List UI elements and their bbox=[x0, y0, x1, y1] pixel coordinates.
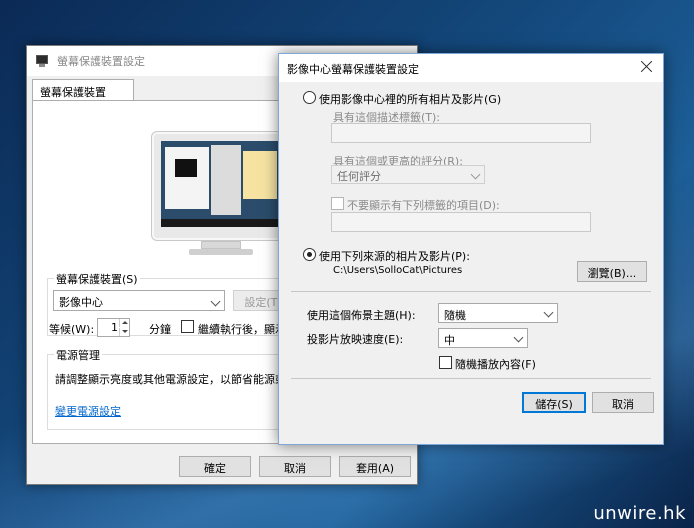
close-icon[interactable] bbox=[639, 59, 655, 75]
chevron-down-icon bbox=[513, 332, 524, 343]
watermark: unwire.hk bbox=[593, 503, 686, 524]
preview-screen bbox=[161, 141, 281, 227]
power-description: 請調整顯示亮度或其他電源設定，以節省能源或達 bbox=[55, 373, 297, 386]
power-group-label: 電源管理 bbox=[54, 347, 102, 363]
divider bbox=[291, 291, 651, 292]
rating-select[interactable]: 任何評分 bbox=[331, 165, 485, 184]
divider bbox=[291, 378, 651, 379]
minutes-label: 分鐘 bbox=[149, 323, 171, 336]
tab-screensaver[interactable]: 螢幕保護裝置 bbox=[32, 79, 134, 101]
chevron-down-icon bbox=[543, 307, 554, 318]
folder-path: C:\Users\SolloCat\Pictures bbox=[333, 265, 463, 276]
dialog-title: 影像中心螢幕保護裝置設定 bbox=[287, 63, 419, 76]
shuffle-label: 隨機播放內容(F) bbox=[455, 358, 536, 371]
change-power-settings-link[interactable]: 變更電源設定 bbox=[55, 403, 121, 419]
apply-button[interactable]: 套用(A) bbox=[339, 456, 411, 477]
theme-value: 隨機 bbox=[444, 309, 466, 322]
theme-select[interactable]: 隨機 bbox=[438, 303, 558, 323]
cancel-button[interactable]: 取消 bbox=[259, 456, 331, 477]
wait-minutes-stepper[interactable]: 1 bbox=[97, 318, 130, 337]
tags-input[interactable] bbox=[331, 123, 591, 143]
exclude-tags-checkbox[interactable] bbox=[331, 197, 344, 210]
rating-value: 任何評分 bbox=[337, 170, 381, 183]
ok-button[interactable]: 確定 bbox=[179, 456, 251, 477]
theme-label: 使用這個佈景主題(H): bbox=[307, 309, 416, 322]
radio-use-folder-label: 使用下列來源的相片及影片(P): bbox=[319, 250, 470, 263]
window-title: 螢幕保護裝置設定 bbox=[57, 55, 145, 68]
radio-use-all-label: 使用影像中心裡的所有相片及影片(G) bbox=[319, 93, 502, 106]
monitor-preview bbox=[151, 131, 291, 257]
dialog-cancel-button[interactable]: 取消 bbox=[592, 392, 654, 413]
radio-use-all[interactable] bbox=[303, 91, 316, 104]
wait-label: 等候(W): bbox=[49, 323, 95, 336]
screensaver-group-label: 螢幕保護裝置(S) bbox=[54, 271, 140, 287]
save-button[interactable]: 儲存(S) bbox=[522, 392, 586, 413]
speed-label: 投影片放映速度(E): bbox=[307, 333, 404, 346]
gallery-screensaver-dialog: 影像中心螢幕保護裝置設定 使用影像中心裡的所有相片及影片(G) 具有這個描述標籤… bbox=[278, 53, 664, 445]
stepper-down-button[interactable] bbox=[119, 328, 129, 336]
screensaver-selected-value: 影像中心 bbox=[59, 296, 103, 309]
wait-value: 1 bbox=[111, 321, 118, 334]
chevron-down-icon bbox=[210, 296, 221, 307]
screensaver-select[interactable]: 影像中心 bbox=[53, 290, 225, 311]
speed-value: 中 bbox=[444, 334, 455, 347]
monitor-icon bbox=[35, 55, 49, 67]
browse-button[interactable]: 瀏覽(B)... bbox=[577, 261, 647, 282]
resume-logon-checkbox[interactable] bbox=[181, 320, 194, 333]
exclude-tags-input[interactable] bbox=[331, 212, 591, 232]
shuffle-checkbox[interactable] bbox=[439, 356, 452, 369]
exclude-tags-label: 不要顯示有下列標籤的項目(D): bbox=[347, 199, 500, 212]
stepper-up-button[interactable] bbox=[119, 319, 129, 327]
radio-use-folder[interactable] bbox=[303, 248, 316, 261]
dialog-titlebar[interactable]: 影像中心螢幕保護裝置設定 bbox=[279, 54, 663, 82]
chevron-down-icon bbox=[470, 169, 481, 180]
speed-select[interactable]: 中 bbox=[438, 328, 528, 348]
